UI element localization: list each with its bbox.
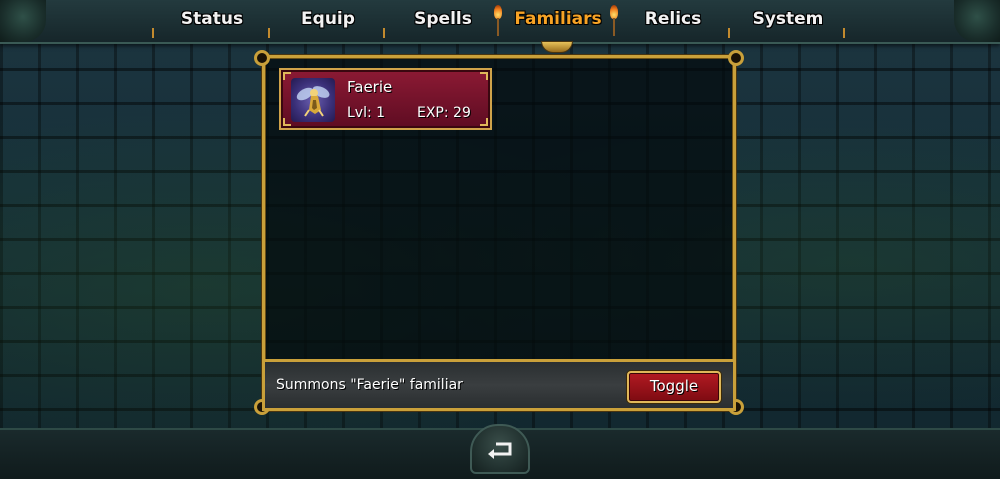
return-arrow-icon xyxy=(488,442,512,459)
tab-relics[interactable]: Relics xyxy=(623,9,723,29)
back-button[interactable] xyxy=(470,424,530,474)
tab-equip[interactable]: Equip xyxy=(278,9,378,29)
card-corner-ornament xyxy=(480,72,488,80)
gargoyle-ornament-right xyxy=(954,0,1000,42)
torch-flame-icon xyxy=(610,5,618,19)
tab-divider xyxy=(728,28,730,38)
familiar-name: Faerie xyxy=(347,78,393,96)
familiar-card-faerie[interactable]: Faerie Lvl: 1 EXP: 29 xyxy=(279,68,492,130)
tab-divider xyxy=(843,28,845,38)
familiar-description: Summons "Faerie" familiar xyxy=(276,377,463,393)
game-menu-screen: Status Equip Spells Familiars Relics Sys… xyxy=(0,0,1000,479)
tab-divider xyxy=(152,28,154,38)
panel-corner-ornament xyxy=(254,50,270,66)
panel-corner-ornament xyxy=(728,50,744,66)
card-corner-ornament xyxy=(283,72,291,80)
tab-divider xyxy=(268,28,270,38)
familiar-exp: EXP: 29 xyxy=(417,105,471,121)
panel-top-ornament xyxy=(541,41,573,53)
tab-divider xyxy=(383,28,385,38)
torch-stick xyxy=(497,18,499,36)
tab-system[interactable]: System xyxy=(738,9,838,29)
torch-flame-icon xyxy=(494,5,502,19)
tab-familiars[interactable]: Familiars xyxy=(508,9,608,29)
card-corner-ornament xyxy=(480,118,488,126)
top-tab-bar: Status Equip Spells Familiars Relics Sys… xyxy=(0,0,1000,44)
familiar-level: Lvl: 1 xyxy=(347,105,386,121)
gargoyle-ornament-left xyxy=(0,0,46,42)
card-corner-ornament xyxy=(283,118,291,126)
toggle-button[interactable]: Toggle xyxy=(627,371,721,403)
tab-status[interactable]: Status xyxy=(162,9,262,29)
tab-spells[interactable]: Spells xyxy=(393,9,493,29)
faerie-portrait-icon xyxy=(291,78,335,122)
torch-stick xyxy=(613,18,615,36)
